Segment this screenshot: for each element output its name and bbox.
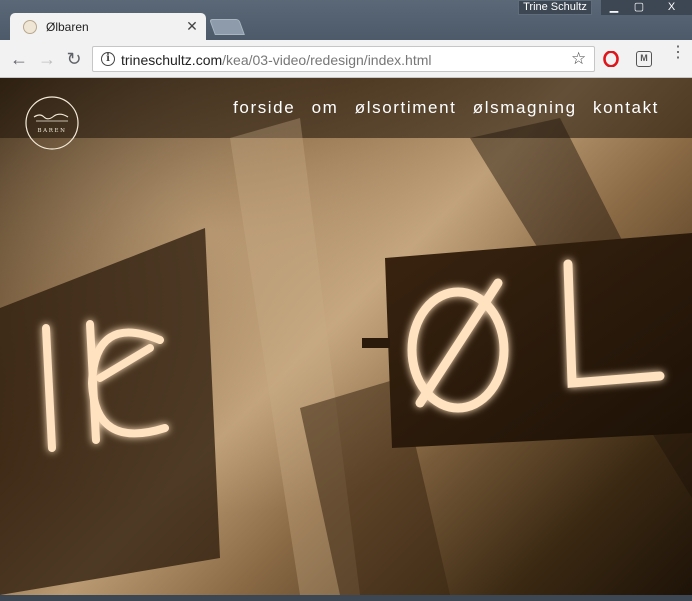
close-window-button[interactable]: X: [651, 0, 692, 15]
main-nav: forside om ølsortiment ølsmagning kontak…: [223, 98, 659, 118]
hero-image: [0, 78, 692, 595]
url-host: trineschultz.com: [121, 52, 223, 68]
nav-item-kontakt[interactable]: kontakt: [593, 98, 659, 117]
url-path: /kea/03-video/redesign/index.html: [222, 52, 432, 68]
tab-close-icon[interactable]: ✕: [184, 17, 200, 35]
logo-text: BAREN: [38, 128, 67, 134]
address-bar[interactable]: i trineschultz.com/kea/03-video/redesign…: [92, 46, 595, 72]
favicon-icon: [23, 20, 37, 34]
window-bottom-border: [0, 595, 692, 601]
nav-item-forside[interactable]: forside: [233, 98, 295, 117]
new-tab-button[interactable]: [209, 19, 245, 35]
bookmark-star-icon[interactable]: ☆: [571, 49, 586, 69]
maximize-button[interactable]: ▢: [627, 0, 651, 15]
nav-item-om[interactable]: om: [312, 98, 339, 117]
page-viewport: BAREN forside om ølsortiment ølsmagning …: [0, 78, 692, 595]
reload-icon[interactable]: ↻: [63, 48, 85, 70]
tab-title: Ølbaren: [46, 20, 89, 34]
nav-item-olsmagning[interactable]: ølsmagning: [473, 98, 577, 117]
browser-toolbar: ← → ↻ i trineschultz.com/kea/03-video/re…: [0, 40, 692, 78]
minimize-button[interactable]: ▁: [601, 0, 627, 15]
nav-item-olsortiment[interactable]: ølsortiment: [355, 98, 457, 117]
menu-dots-icon[interactable]: ⋮: [670, 45, 686, 61]
title-bar: Ølbaren ✕ Trine Schultz ▁ ▢ X: [0, 0, 692, 41]
back-arrow-icon[interactable]: ←: [8, 48, 30, 70]
url-text[interactable]: trineschultz.com/kea/03-video/redesign/i…: [121, 52, 432, 68]
profile-button[interactable]: Trine Schultz: [518, 0, 592, 15]
opera-icon[interactable]: [603, 51, 619, 67]
forward-arrow-icon[interactable]: →: [36, 48, 58, 70]
extension-m-icon[interactable]: M: [636, 51, 652, 67]
info-icon[interactable]: i: [101, 52, 115, 66]
ølbaren-logo[interactable]: BAREN: [24, 95, 80, 151]
browser-tab[interactable]: Ølbaren ✕: [10, 13, 206, 41]
